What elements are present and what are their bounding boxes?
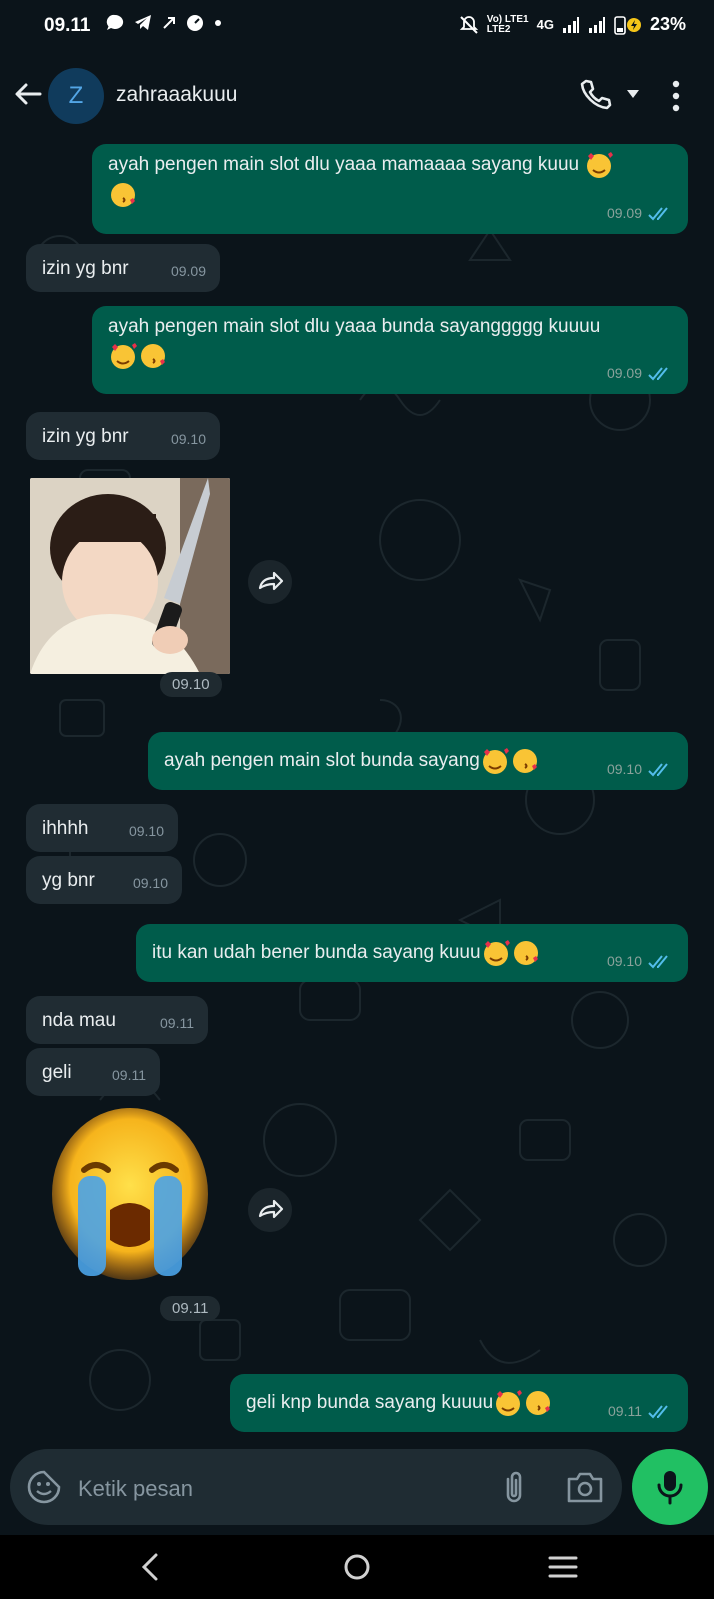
read-ticks-icon (648, 762, 668, 776)
system-navigation-bar (0, 1535, 714, 1599)
smiling-face-with-hearts-emoji (483, 940, 510, 966)
message-text: ayah pengen main slot bunda sayang (164, 750, 480, 772)
message-text: ayah pengen main slot dlu yaaa bunda say… (108, 316, 601, 337)
face-blowing-kiss-emoji (512, 749, 537, 773)
message-time: 09.09 (606, 365, 642, 381)
speedometer-notification-icon (187, 15, 203, 31)
face-blowing-kiss-emoji (513, 941, 538, 965)
message-time: 09.10 (606, 761, 642, 777)
smiling-face-with-hearts-emoji (482, 748, 509, 774)
smiling-face-with-hearts-emoji (111, 343, 137, 369)
child-holding-knife-sticker (30, 478, 230, 674)
message-time: 09.11 (160, 1296, 221, 1321)
message-text: itu kan udah bener bunda sayang kuuu (152, 942, 481, 964)
status-time: 09.11 (44, 15, 91, 36)
message-list[interactable]: ayah pengen main slot dlu yaaa mamaaaa s… (0, 140, 714, 1442)
forward-icon[interactable] (248, 560, 292, 604)
message-text: geli knp bunda sayang kuuuu (246, 1392, 494, 1414)
nav-home-icon[interactable] (343, 1553, 371, 1581)
message-text: yg bnr (42, 870, 95, 891)
message-time: 09.10 (606, 953, 642, 969)
signal-bars-icon (562, 16, 579, 33)
message-time: 09.10 (128, 823, 164, 839)
battery-charging-icon (614, 15, 641, 35)
camera-icon[interactable] (566, 1471, 604, 1503)
battery-percent: 23% (649, 14, 686, 34)
telegram-notification-icon (135, 15, 151, 30)
signal-notification-icon (163, 17, 175, 29)
message-bubble-incoming[interactable]: ihhhh 09.10 (26, 804, 178, 852)
attachment-paperclip-icon[interactable] (498, 1469, 530, 1505)
message-text: geli (42, 1062, 72, 1083)
status-bar: 09.11 Vo) LTE1 LTE2 4G 23% (0, 0, 714, 52)
message-bubble-outgoing[interactable]: geli knp bunda sayang kuuuu 09.11 (230, 1374, 688, 1432)
microphone-icon (657, 1471, 683, 1505)
back-arrow-icon[interactable] (10, 76, 46, 112)
face-blowing-kiss-emoji (111, 183, 135, 207)
message-bubble-outgoing[interactable]: itu kan udah bener bunda sayang kuuu 09.… (136, 924, 688, 982)
mute-icon (459, 15, 478, 34)
sticker-message[interactable] (30, 478, 230, 674)
smiling-face-with-hearts-emoji (587, 152, 614, 178)
message-time: 09.11 (160, 1015, 194, 1031)
message-bubble-incoming[interactable]: izin yg bnr 09.10 (26, 412, 220, 460)
message-text: nda mau (42, 1010, 116, 1031)
chevron-down-icon[interactable] (626, 89, 640, 99)
face-blowing-kiss-emoji (526, 1391, 551, 1415)
message-bubble-incoming[interactable]: geli 09.11 (26, 1048, 160, 1096)
network-type-label: 4G (536, 17, 554, 32)
signal-bars-2-icon (588, 16, 605, 33)
more-notifications-dot-icon (215, 20, 221, 26)
chat-header: Z zahraaakuuu (0, 52, 714, 141)
avatar[interactable]: Z (48, 68, 104, 124)
nav-back-icon[interactable] (136, 1551, 164, 1583)
message-text: izin yg bnr (42, 426, 129, 447)
message-bubble-incoming[interactable]: izin yg bnr 09.09 (26, 244, 220, 292)
message-input[interactable] (76, 1473, 480, 1505)
message-bubble-incoming[interactable]: yg bnr 09.10 (26, 856, 182, 904)
loudly-crying-face-sticker[interactable] (48, 1100, 212, 1290)
smiling-face-with-hearts-emoji (496, 1390, 523, 1416)
message-text: ayah pengen main slot dlu yaaa mamaaaa s… (108, 154, 580, 176)
message-bubble-outgoing[interactable]: ayah pengen main slot dlu yaaa bunda say… (92, 306, 688, 394)
voice-message-button[interactable] (632, 1449, 708, 1525)
message-bubble-incoming[interactable]: nda mau 09.11 (26, 996, 208, 1044)
face-blowing-kiss-emoji (141, 344, 165, 368)
nav-recents-icon[interactable] (548, 1555, 578, 1579)
message-time: 09.09 (606, 205, 642, 221)
emoji-sticker-icon[interactable] (26, 1469, 62, 1505)
message-time: 09.10 (160, 672, 222, 697)
message-time: 09.10 (170, 431, 206, 447)
message-text: izin yg bnr (42, 258, 129, 279)
message-time: 09.10 (132, 875, 168, 891)
voice-call-icon[interactable] (578, 78, 612, 112)
message-time: 09.09 (170, 263, 206, 279)
lte2-label: LTE2 (486, 23, 511, 35)
chat-notification-icon (106, 14, 124, 30)
volte-label: Vo) LTE1 (486, 13, 529, 25)
more-options-icon[interactable] (672, 80, 680, 112)
message-time: 09.11 (608, 1403, 642, 1419)
message-text: ihhhh (42, 818, 89, 839)
read-ticks-icon (648, 366, 668, 380)
read-ticks-icon (648, 1404, 668, 1418)
message-bubble-outgoing[interactable]: ayah pengen main slot bunda sayang 09.10 (148, 732, 688, 790)
message-composer (10, 1449, 622, 1525)
contact-name[interactable]: zahraaakuuu (116, 83, 237, 107)
message-time: 09.11 (112, 1067, 146, 1083)
message-bubble-outgoing[interactable]: ayah pengen main slot dlu yaaa mamaaaa s… (92, 144, 688, 234)
forward-icon[interactable] (248, 1188, 292, 1232)
read-ticks-icon (648, 206, 668, 220)
read-ticks-icon (648, 954, 668, 968)
